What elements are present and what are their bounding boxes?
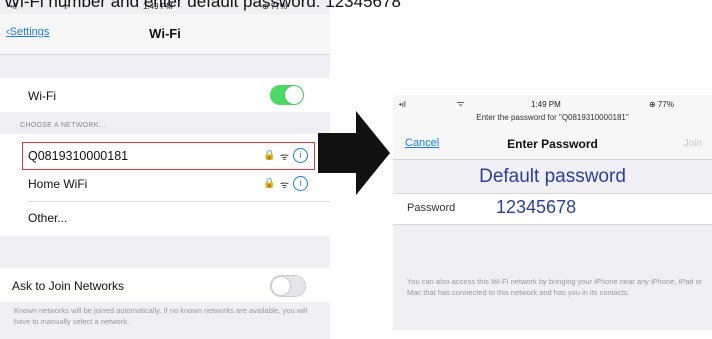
- wifi-signal-icon: ᯤ: [279, 151, 289, 163]
- toggle-knob: [272, 277, 290, 295]
- known-networks-note: Known networks will be joined automatica…: [14, 306, 308, 326]
- network-item[interactable]: Q0819310000181 🔒 ᯤ i: [0, 134, 330, 168]
- lock-icon: 🔒: [263, 150, 276, 161]
- battery-indicator: ⊕ 77%: [649, 100, 674, 109]
- network-name: Other...: [28, 211, 68, 225]
- status-time: 1:49 PM: [531, 100, 561, 109]
- ask-join-label: Ask to Join Networks: [12, 279, 125, 293]
- password-field[interactable]: Password 12345678: [393, 193, 712, 225]
- network-name: Home WiFi: [28, 177, 88, 191]
- share-password-note: You can also access this Wi-Fi network b…: [407, 277, 703, 297]
- network-list: Q0819310000181 🔒 ᯤ i Home WiFi 🔒 ᯤ i Oth…: [0, 134, 330, 236]
- ask-join-toggle[interactable]: [270, 275, 306, 297]
- password-prompt: Enter the password for "Q0819310000181": [393, 113, 712, 129]
- wifi-toggle-row: Wi-Fi: [0, 78, 330, 112]
- info-icon[interactable]: i: [293, 176, 308, 191]
- password-value[interactable]: 12345678: [496, 197, 576, 218]
- wifi-row-label: Wi-Fi: [28, 89, 56, 103]
- network-name: Q0819310000181: [28, 149, 129, 163]
- wifi-toggle[interactable]: [270, 85, 304, 105]
- section-header: CHOOSE A NETWORK...: [20, 122, 106, 129]
- lock-icon: 🔒: [263, 178, 276, 189]
- page-title: Enter Password: [507, 137, 598, 151]
- network-icons: 🔒 ᯤ i: [263, 148, 308, 163]
- signal-icon: •ıl: [399, 100, 406, 109]
- network-item[interactable]: Home WiFi 🔒 ᯤ i: [0, 170, 330, 202]
- page-title: Wi-Fi: [149, 26, 181, 41]
- join-button[interactable]: Join: [684, 138, 702, 149]
- status-bar: •ıl ᯤ 1:49 PM ⊕ 77%: [393, 95, 712, 113]
- nav-bar: ‹Settings Wi-Fi: [0, 14, 330, 55]
- right-arrow-icon: [318, 111, 390, 195]
- network-item-other[interactable]: Other...: [0, 202, 330, 234]
- ask-join-row: Ask to Join Networks: [0, 268, 330, 302]
- nav-bar: Cancel Enter Password Join: [393, 129, 712, 160]
- network-icons: 🔒 ᯤ i: [263, 176, 308, 191]
- wifi-signal-icon: ᯤ: [279, 179, 289, 191]
- enter-password-screen: •ıl ᯤ 1:49 PM ⊕ 77% Enter the password f…: [393, 95, 712, 330]
- wifi-settings-screen: •ıl ᯤ 1:49 PM ⊕ 77% ‹Settings Wi-Fi Wi-F…: [0, 0, 330, 339]
- default-password-heading: Default password: [479, 166, 626, 187]
- wifi-status-icon: ᯤ: [457, 99, 465, 108]
- info-icon[interactable]: i: [293, 148, 308, 163]
- toggle-knob: [285, 86, 303, 104]
- instruction-caption: Wi-Fi number and enter default password:…: [4, 0, 401, 11]
- password-label: Password: [407, 202, 456, 214]
